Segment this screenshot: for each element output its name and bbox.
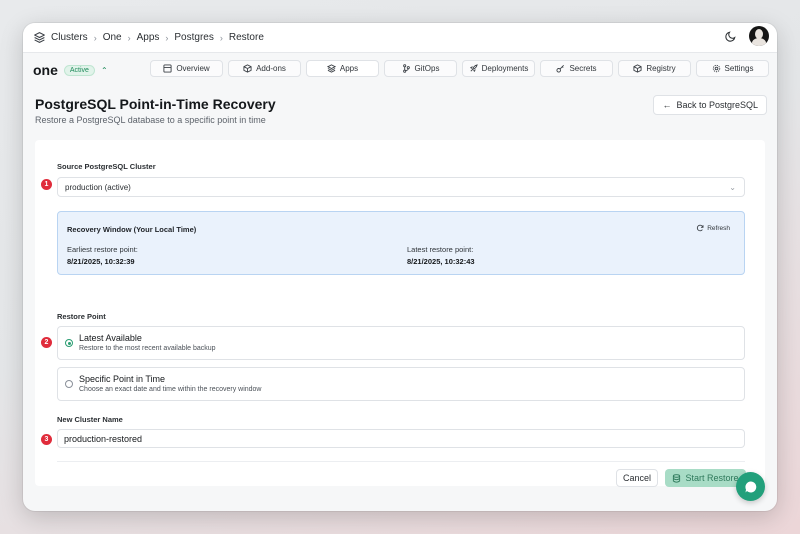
radio-latest-available[interactable]	[65, 339, 73, 347]
top-bar: Clusters › One › Apps › Postgres › Resto…	[23, 23, 777, 53]
gear-icon	[712, 64, 720, 73]
step-badge-3: 3	[41, 434, 52, 445]
status-badge: Active	[63, 64, 95, 76]
key-icon	[556, 65, 565, 73]
breadcrumb-restore: Restore	[228, 32, 264, 43]
form-divider	[57, 461, 745, 462]
cube-icon	[633, 64, 642, 73]
tab-deployments[interactable]: Deployments	[462, 60, 535, 77]
tab-settings[interactable]: Settings	[696, 60, 769, 77]
chevron-right-icon: ›	[93, 32, 97, 43]
recovery-window-title: Recovery Window (Your Local Time)	[67, 225, 197, 234]
chevron-right-icon: ›	[165, 32, 169, 43]
step-badge-1: 1	[41, 179, 52, 190]
chevron-right-icon: ›	[127, 32, 131, 43]
tab-secrets[interactable]: Secrets	[540, 60, 613, 77]
new-cluster-name-label: New Cluster Name	[57, 415, 123, 424]
start-restore-button[interactable]: Start Restore	[665, 469, 746, 487]
breadcrumb-one[interactable]: One	[103, 32, 122, 43]
tab-apps[interactable]: Apps	[306, 60, 379, 77]
rocket-icon	[469, 64, 478, 72]
step-badge-2: 2	[41, 337, 52, 348]
chat-bubble-icon	[744, 480, 756, 492]
project-nav: one Active ⌃ Overview Add-ons Apps GitOp…	[23, 53, 777, 87]
chevron-up-icon[interactable]: ⌃	[101, 66, 108, 75]
option-latest-available[interactable]: Latest Available Restore to the most rec…	[57, 326, 745, 360]
tab-gitops[interactable]: GitOps	[384, 60, 457, 77]
earliest-restore-value: 8/21/2025, 10:32:39	[67, 257, 135, 266]
breadcrumb-clusters[interactable]: Clusters	[51, 32, 88, 43]
moon-icon[interactable]	[725, 30, 737, 42]
layers-logo-icon	[34, 32, 45, 43]
tab-overview[interactable]: Overview	[150, 60, 223, 77]
tab-add-ons[interactable]: Add-ons	[228, 60, 301, 77]
breadcrumb: Clusters › One › Apps › Postgres › Resto…	[33, 31, 264, 44]
box-icon	[243, 64, 252, 73]
breadcrumb-apps[interactable]: Apps	[137, 32, 160, 43]
git-branch-icon	[402, 64, 410, 73]
overview-icon	[163, 64, 172, 73]
chevron-down-icon: ⌄	[729, 183, 736, 192]
page-subtitle: Restore a PostgreSQL database to a speci…	[35, 115, 266, 125]
tab-registry[interactable]: Registry	[618, 60, 691, 77]
arrow-left-icon: ←	[662, 100, 672, 110]
recovery-window-panel: Recovery Window (Your Local Time) Refres…	[57, 211, 745, 275]
breadcrumb-postgres[interactable]: Postgres	[174, 32, 213, 43]
latest-restore-value: 8/21/2025, 10:32:43	[407, 257, 475, 266]
project-name: one	[33, 62, 58, 78]
restore-point-label: Restore Point	[57, 312, 106, 321]
latest-restore-label: Latest restore point:	[407, 245, 474, 254]
page-header: PostgreSQL Point-in-Time Recovery Restor…	[23, 87, 777, 137]
chat-button[interactable]	[736, 472, 765, 501]
source-cluster-label: Source PostgreSQL Cluster	[57, 162, 156, 171]
tab-bar: Overview Add-ons Apps GitOps Deployments…	[150, 60, 769, 77]
avatar[interactable]	[749, 26, 769, 46]
back-to-postgresql-button[interactable]: ← Back to PostgreSQL	[653, 95, 767, 115]
new-cluster-name-input[interactable]	[57, 429, 745, 448]
cancel-button[interactable]: Cancel	[616, 469, 658, 487]
earliest-restore-label: Earliest restore point:	[67, 245, 138, 254]
source-cluster-select[interactable]: production (active) ⌄	[57, 177, 745, 197]
refresh-button[interactable]: Refresh	[696, 224, 730, 232]
chevron-right-icon: ›	[219, 32, 223, 43]
option-specific-point-in-time[interactable]: Specific Point in Time Choose an exact d…	[57, 367, 745, 401]
restore-form: Source PostgreSQL Cluster 1 production (…	[35, 140, 765, 487]
app-window: Clusters › One › Apps › Postgres › Resto…	[23, 23, 777, 511]
database-icon	[673, 473, 681, 483]
refresh-icon	[697, 224, 704, 232]
layers-icon	[326, 64, 336, 73]
radio-specific-point-in-time[interactable]	[65, 380, 73, 388]
